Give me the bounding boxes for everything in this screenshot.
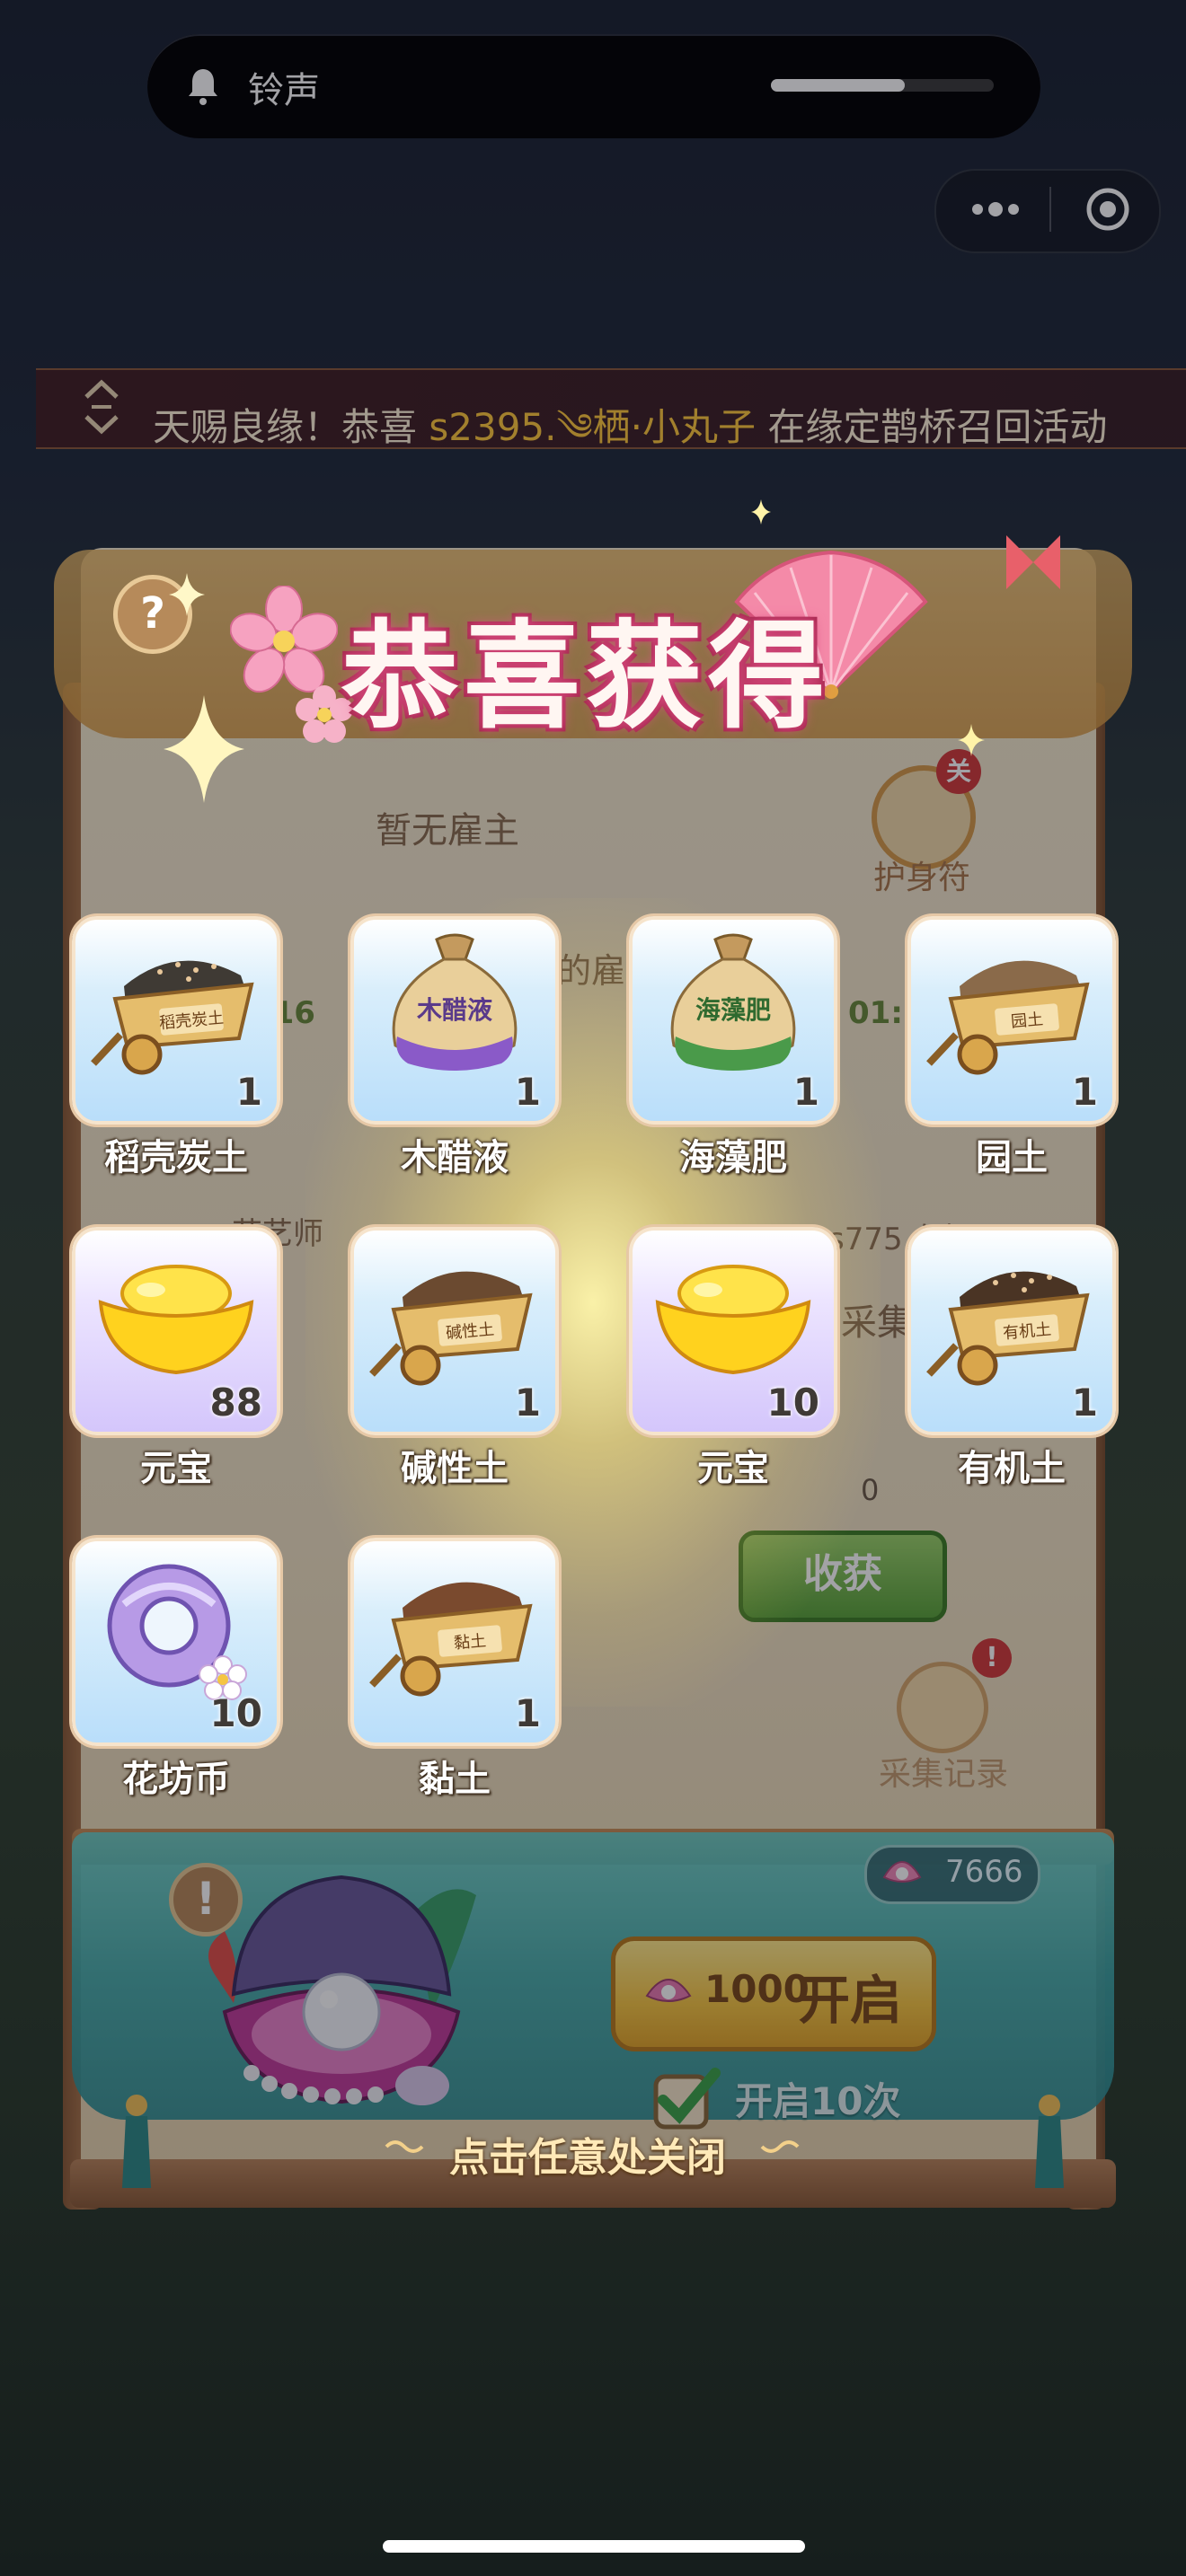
reward-quantity: 1 <box>1071 1070 1098 1114</box>
bow-decoration-icon <box>1006 535 1060 589</box>
reward-card[interactable]: 有机土 1 <box>907 1227 1116 1435</box>
reward-card[interactable]: 10 <box>629 1227 837 1435</box>
reward-name: 碱性土 <box>401 1448 509 1489</box>
sparkle-right-icon <box>958 724 985 756</box>
reward-card[interactable]: 黏土 1 <box>350 1538 559 1746</box>
reward-quantity: 1 <box>1071 1381 1098 1425</box>
reward-name: 元宝 <box>697 1448 769 1489</box>
sparkle-help-icon <box>169 573 205 616</box>
reward-name: 花坊币 <box>122 1759 230 1800</box>
dark-soil-cart-icon: 稻壳炭土 <box>88 929 264 1081</box>
flower-coin-icon <box>88 1550 264 1703</box>
reward-card[interactable]: 海藻肥 1 <box>629 916 837 1125</box>
swirl-right-icon <box>760 2140 800 2153</box>
reward-name: 元宝 <box>140 1448 212 1489</box>
reward-quantity: 1 <box>514 1691 541 1735</box>
gold-ingot-icon <box>645 1239 821 1392</box>
reward-quantity: 88 <box>209 1381 262 1425</box>
reward-card[interactable]: 园土 1 <box>907 916 1116 1125</box>
reward-card[interactable]: 碱性土 1 <box>350 1227 559 1435</box>
alkaline-soil-cart-icon: 碱性土 <box>367 1239 543 1392</box>
svg-text:海藻肥: 海藻肥 <box>695 995 771 1025</box>
purple-sack-icon: 木醋液 <box>367 929 543 1081</box>
popup-title: 恭喜获得 <box>341 608 831 745</box>
pink-flower-icon <box>230 586 338 693</box>
garden-soil-cart-icon: 园土 <box>924 929 1100 1081</box>
reward-name: 木醋液 <box>401 1137 509 1178</box>
sparkle-small-icon <box>751 499 771 525</box>
reward-quantity: 1 <box>792 1070 819 1114</box>
reward-quantity: 1 <box>235 1070 262 1114</box>
reward-name: 黏土 <box>419 1759 491 1800</box>
reward-name: 海藻肥 <box>679 1137 787 1178</box>
home-indicator[interactable] <box>383 2540 805 2553</box>
close-hint[interactable]: 点击任意处关闭 <box>449 2125 726 2183</box>
sparkle-icon <box>164 695 244 803</box>
gold-ingot-icon <box>88 1239 264 1392</box>
organic-soil-cart-icon: 有机土 <box>924 1239 1100 1392</box>
reward-quantity: 10 <box>766 1381 819 1425</box>
reward-name: 稻壳炭土 <box>104 1137 248 1178</box>
reward-quantity: 10 <box>209 1691 262 1735</box>
green-sack-icon: 海藻肥 <box>645 929 821 1081</box>
svg-text:园土: 园土 <box>1010 1010 1044 1031</box>
svg-text:木醋液: 木醋液 <box>416 995 492 1025</box>
swirl-left-icon <box>385 2140 424 2153</box>
reward-name: 园土 <box>976 1137 1048 1178</box>
reward-name: 有机土 <box>958 1448 1066 1489</box>
reward-quantity: 1 <box>514 1070 541 1114</box>
reward-quantity: 1 <box>514 1381 541 1425</box>
reward-card[interactable]: 88 <box>72 1227 280 1435</box>
clay-cart-icon: 黏土 <box>367 1550 543 1703</box>
svg-text:黏土: 黏土 <box>453 1631 487 1653</box>
reward-card[interactable]: 木醋液 1 <box>350 916 559 1125</box>
reward-card[interactable]: 10 <box>72 1538 280 1746</box>
reward-card[interactable]: 稻壳炭土 1 <box>72 916 280 1125</box>
